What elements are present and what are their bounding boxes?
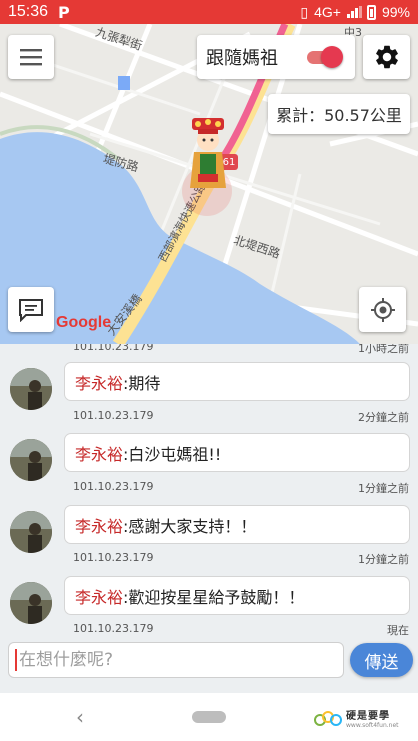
status-bar: 15:36 P ▯ 4G+ 99% [0, 0, 418, 24]
message-meta: 101.10.23.179 1小時之前 [73, 344, 409, 356]
message-text: :白沙屯媽祖!! [123, 444, 222, 464]
parking-app-icon: P [58, 2, 70, 22]
brand-title: 硬是要學 [346, 711, 390, 722]
avatar[interactable] [10, 582, 52, 624]
brand-url: www.soft4fun.net [346, 722, 399, 729]
battery-icon [366, 4, 376, 20]
mazu-marker-icon[interactable] [186, 116, 230, 194]
message-bubble: 李永裕:感謝大家支持！！ [64, 505, 410, 544]
map-view[interactable]: 九張犁街 堤防路 西部濱海快速公路 北堤西路 大安溪橋 中3 61 跟隨媽祖 累… [0, 24, 418, 344]
my-location-button[interactable] [359, 287, 406, 332]
chat-toggle-button[interactable] [8, 287, 54, 332]
message-meta: 101.10.23.179 1分鐘之前 [73, 551, 409, 567]
message-text: :期待 [123, 373, 161, 393]
sender-name: 李永裕 [75, 444, 124, 464]
message-ip: 101.10.23.179 [73, 480, 154, 493]
crosshair-icon [370, 297, 395, 322]
message-ip: 101.10.23.179 [73, 551, 154, 564]
settings-button[interactable] [363, 35, 410, 79]
hamburger-icon [20, 49, 42, 66]
signal-icon [346, 6, 362, 18]
follow-mazu-panel: 跟隨媽祖 [197, 35, 355, 79]
message-bubble: 李永裕:期待 [64, 362, 410, 401]
message-time: 現在 [387, 624, 409, 637]
distance-counter: 累計：50.57公里 [268, 94, 410, 134]
message-time: 1分鐘之前 [358, 482, 409, 495]
message-text: :感謝大家支持！！ [123, 516, 257, 536]
follow-mazu-label: 跟隨媽祖 [206, 48, 278, 69]
sender-name: 李永裕 [75, 587, 124, 607]
google-logo: Google [56, 314, 112, 331]
message-ip: 101.10.23.179 [73, 409, 154, 422]
system-nav-bar: ‹ 硬是要學 www.soft4fun.net [0, 693, 418, 741]
watermark-logo: 硬是要學 www.soft4fun.net [314, 707, 399, 729]
toggle-thumb [321, 46, 343, 68]
compose-bar: 傳送 [0, 639, 418, 689]
message-bubble: 李永裕:白沙屯媽祖!! [64, 433, 410, 472]
home-pill[interactable] [192, 711, 226, 723]
avatar[interactable] [10, 439, 52, 481]
status-time: 15:36 [8, 3, 49, 20]
send-button[interactable]: 傳送 [350, 643, 413, 677]
brand-logo-icon [314, 711, 342, 726]
message-meta: 101.10.23.179 1分鐘之前 [73, 480, 409, 496]
message-time: 1分鐘之前 [358, 553, 409, 566]
message-bubble: 李永裕:歡迎按星星給予鼓勵！！ [64, 576, 410, 615]
avatar[interactable] [10, 511, 52, 553]
network-type: 4G+ [314, 4, 341, 20]
avatar[interactable] [10, 368, 52, 410]
message-input[interactable] [8, 642, 344, 678]
message-time: 2分鐘之前 [358, 411, 409, 424]
chat-bubble-icon [19, 298, 43, 322]
message-time: 1小時之前 [358, 344, 409, 355]
vibrate-icon: ▯ [300, 3, 309, 20]
message-text: :歡迎按星星給予鼓勵！！ [123, 587, 305, 607]
message-ip: 101.10.23.179 [73, 344, 154, 353]
battery-level: 99% [381, 4, 410, 20]
message-ip: 101.10.23.179 [73, 622, 154, 635]
message-meta: 101.10.23.179 現在 [73, 622, 409, 638]
gear-icon [375, 45, 398, 69]
back-nav-icon[interactable]: ‹ [76, 705, 84, 729]
follow-mazu-toggle[interactable] [305, 46, 343, 68]
text-caret [15, 649, 17, 671]
sender-name: 李永裕 [75, 373, 124, 393]
menu-button[interactable] [8, 35, 54, 79]
chat-list[interactable]: 101.10.23.179 1小時之前 李永裕:期待 101.10.23.179… [0, 344, 418, 639]
sender-name: 李永裕 [75, 516, 124, 536]
message-meta: 101.10.23.179 2分鐘之前 [73, 409, 409, 425]
